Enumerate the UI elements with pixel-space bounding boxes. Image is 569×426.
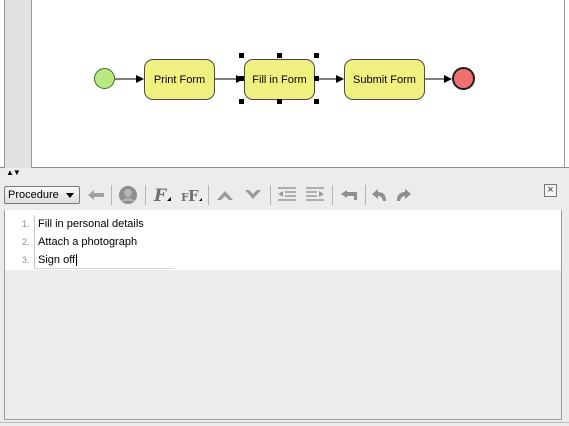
move-up-icon[interactable] <box>214 184 236 206</box>
step-number: 1. <box>22 219 30 229</box>
user-icon[interactable] <box>117 184 139 206</box>
undo-icon[interactable] <box>369 184 391 206</box>
toolbar-separator <box>145 185 146 205</box>
steps-underline <box>34 268 174 269</box>
procedure-editor[interactable]: 1. Fill in personal details 2. Attach a … <box>4 210 562 420</box>
toolbar-separator <box>111 185 112 205</box>
svg-text:F: F <box>188 187 199 205</box>
step-text[interactable]: Sign off <box>38 254 75 266</box>
resize-handle-e[interactable] <box>314 76 319 81</box>
step-divider <box>34 215 35 233</box>
resize-handle-n[interactable] <box>277 53 282 58</box>
action-label: Fill in Form <box>252 73 307 86</box>
back-arrow-icon[interactable] <box>85 184 107 206</box>
procedure-dropdown[interactable]: Procedure <box>4 186 80 204</box>
svg-text:F: F <box>153 186 168 205</box>
step-text[interactable]: Fill in personal details <box>38 218 144 230</box>
resize-handle-w[interactable] <box>239 76 244 81</box>
final-node[interactable] <box>452 67 475 90</box>
resize-handle-sw[interactable] <box>239 99 244 104</box>
close-button[interactable]: × <box>544 184 557 197</box>
action-label: Print Form <box>153 73 206 86</box>
step-divider <box>34 233 35 251</box>
step-divider <box>34 251 35 269</box>
resize-handle-nw[interactable] <box>239 53 244 58</box>
diagram-pane[interactable]: Print Form Fill in Form Submit Form <box>0 0 569 168</box>
pane-splitter[interactable] <box>0 168 569 180</box>
step-text[interactable]: Attach a photograph <box>38 236 137 248</box>
outdent-icon[interactable] <box>276 184 298 206</box>
font-icon[interactable]: F <box>151 184 173 206</box>
action-fill-in-form[interactable]: Fill in Form <box>244 59 315 100</box>
procedure-toolbar: Procedure F FF <box>0 180 569 210</box>
redo-icon[interactable] <box>392 184 414 206</box>
toolbar-separator <box>365 185 366 205</box>
return-icon[interactable] <box>338 184 360 206</box>
font-size-icon[interactable]: FF <box>180 184 202 206</box>
action-label: Submit Form <box>353 73 416 86</box>
resize-handle-s[interactable] <box>277 99 282 104</box>
indent-icon[interactable] <box>304 184 326 206</box>
initial-node[interactable] <box>94 68 115 89</box>
procedure-dropdown-value: Procedure <box>8 189 59 201</box>
action-print-form[interactable]: Print Form <box>144 59 215 100</box>
chevron-down-icon <box>66 193 74 198</box>
step-number: 2. <box>22 237 30 247</box>
move-down-icon[interactable] <box>242 184 264 206</box>
resize-handle-ne[interactable] <box>314 53 319 58</box>
toolbar-separator <box>270 185 271 205</box>
step-number: 3. <box>22 255 30 265</box>
window-bottom-border <box>0 422 569 426</box>
toolbar-separator <box>332 185 333 205</box>
resize-handle-se[interactable] <box>314 99 319 104</box>
text-caret <box>76 254 77 266</box>
toolbar-separator <box>208 185 209 205</box>
splitter-arrows[interactable]: ▲▼ <box>6 169 21 177</box>
action-submit-form[interactable]: Submit Form <box>344 59 425 100</box>
steps-list[interactable]: 1. Fill in personal details 2. Attach a … <box>5 210 561 270</box>
